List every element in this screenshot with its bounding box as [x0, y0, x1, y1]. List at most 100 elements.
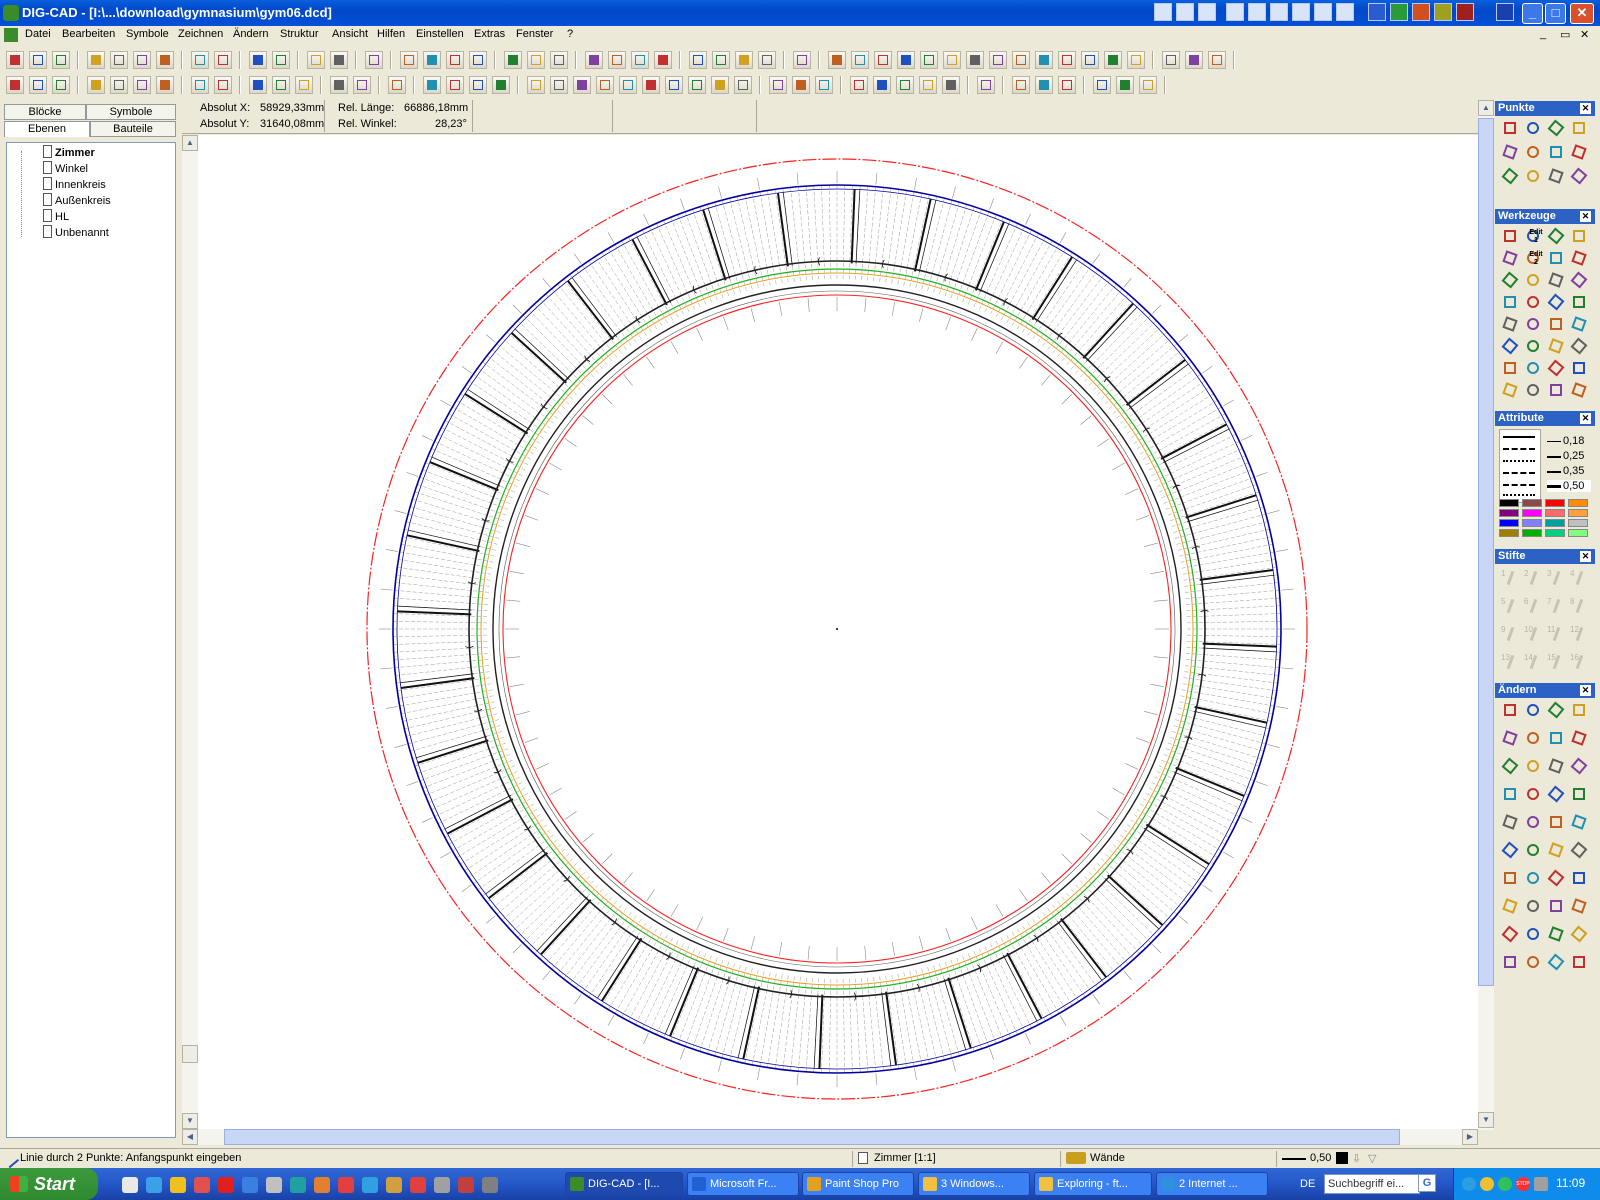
- toolbar-button[interactable]: [919, 76, 937, 94]
- toolbar-button[interactable]: [330, 51, 348, 69]
- tool-button[interactable]: [1547, 757, 1565, 775]
- tool-button[interactable]: [1570, 729, 1588, 747]
- tool-button[interactable]: [1570, 785, 1588, 803]
- search-icon[interactable]: G: [1418, 1174, 1436, 1192]
- scroll-up-button[interactable]: ▲: [182, 135, 198, 151]
- taskbar-button[interactable]: Paint Shop Pro: [802, 1172, 914, 1196]
- tool-button[interactable]: [1570, 143, 1588, 161]
- tool-button[interactable]: [1547, 925, 1565, 943]
- quick-launch-icon[interactable]: [194, 1177, 210, 1193]
- toolbar-button[interactable]: [156, 51, 174, 69]
- tool-button[interactable]: [1501, 249, 1519, 267]
- maximize-button[interactable]: □: [1545, 3, 1566, 24]
- tool-button[interactable]: [1501, 119, 1519, 137]
- quick-launch-icon[interactable]: [146, 1177, 162, 1193]
- tool-button[interactable]: [1501, 359, 1519, 377]
- tool-button[interactable]: [1547, 785, 1565, 803]
- tool-button[interactable]: [1501, 315, 1519, 333]
- pen-button[interactable]: 9: [1501, 625, 1519, 643]
- color-swatch[interactable]: [1568, 499, 1588, 507]
- app-tray-icon[interactable]: [1248, 3, 1266, 21]
- drawing-canvas[interactable]: [196, 135, 1478, 1129]
- tool-button[interactable]: [1570, 841, 1588, 859]
- color-swatch[interactable]: [1545, 509, 1565, 517]
- tool-button[interactable]: [1524, 841, 1542, 859]
- toolbar-button[interactable]: [943, 51, 961, 69]
- search-input[interactable]: Suchbegriff ei...: [1324, 1174, 1420, 1194]
- toolbar-button[interactable]: [665, 76, 683, 94]
- toolbar-button[interactable]: [87, 51, 105, 69]
- app-tray-icon[interactable]: [1496, 3, 1514, 21]
- scroll-right-button[interactable]: ▶: [1462, 1129, 1478, 1145]
- toolbar-button[interactable]: [793, 51, 811, 69]
- toolbar-button[interactable]: [492, 76, 510, 94]
- tool-button[interactable]: [1501, 381, 1519, 399]
- toolbar-button[interactable]: [446, 76, 464, 94]
- tray-icon[interactable]: [1498, 1177, 1512, 1191]
- tool-button[interactable]: [1547, 315, 1565, 333]
- app-tray-icon[interactable]: [1176, 3, 1194, 21]
- tool-button[interactable]: [1547, 119, 1565, 137]
- toolbar-button[interactable]: [330, 76, 348, 94]
- tool-button[interactable]: [1547, 271, 1565, 289]
- line-width-025[interactable]: 0,25: [1547, 450, 1591, 462]
- toolbar-button[interactable]: [828, 51, 846, 69]
- tool-button[interactable]: [1570, 227, 1588, 245]
- tool-button[interactable]: [1524, 897, 1542, 915]
- toolbar-button[interactable]: [272, 76, 290, 94]
- tool-button[interactable]: [1547, 143, 1565, 161]
- toolbar-button[interactable]: [769, 76, 787, 94]
- status-line-width[interactable]: 0,50: [1310, 1152, 1331, 1164]
- toolbar-button[interactable]: [642, 76, 660, 94]
- tool-button[interactable]: [1501, 813, 1519, 831]
- tool-button[interactable]: [1547, 897, 1565, 915]
- scroll-down-button[interactable]: ▼: [1478, 1112, 1494, 1128]
- tool-button[interactable]: [1570, 925, 1588, 943]
- tray-icon[interactable]: [1480, 1177, 1494, 1191]
- tool-button[interactable]: [1570, 315, 1588, 333]
- toolbar-button[interactable]: [631, 51, 649, 69]
- taskbar-button[interactable]: Exploring - ft...: [1034, 1172, 1152, 1196]
- tool-button[interactable]: [1501, 337, 1519, 355]
- line-style-solid[interactable]: [1503, 436, 1535, 438]
- toolbar-button[interactable]: [1116, 76, 1134, 94]
- tool-button[interactable]: [1570, 813, 1588, 831]
- toolbar-button[interactable]: [1093, 76, 1111, 94]
- tool-button[interactable]: [1570, 869, 1588, 887]
- toolbar-button[interactable]: [214, 76, 232, 94]
- menu-zeichnen[interactable]: Zeichnen: [178, 28, 223, 40]
- tool-button[interactable]: [1501, 953, 1519, 971]
- tool-button[interactable]: [1501, 271, 1519, 289]
- tool-button[interactable]: [1524, 925, 1542, 943]
- tool-button[interactable]: [1547, 337, 1565, 355]
- close-icon[interactable]: ✕: [1580, 685, 1591, 696]
- minimize-button[interactable]: _: [1522, 3, 1543, 24]
- tool-button[interactable]: [1524, 271, 1542, 289]
- line-style-dashdotdot[interactable]: [1503, 484, 1535, 486]
- toolbar-button[interactable]: [446, 51, 464, 69]
- tool-button[interactable]: [1501, 729, 1519, 747]
- toolbar-button[interactable]: [851, 51, 869, 69]
- horizontal-scrollbar[interactable]: ◀ ▶: [182, 1129, 1478, 1145]
- toolbar-button[interactable]: [1058, 76, 1076, 94]
- stop-icon[interactable]: STOP: [1516, 1177, 1530, 1191]
- toolbar-button[interactable]: [874, 51, 892, 69]
- tool-button[interactable]: [1570, 701, 1588, 719]
- tool-button[interactable]: [1524, 143, 1542, 161]
- tool-button[interactable]: [1501, 785, 1519, 803]
- right-scrollbar[interactable]: ▲ ▼: [1478, 100, 1494, 1130]
- tool-button[interactable]: [1524, 315, 1542, 333]
- tool-button[interactable]: [1501, 925, 1519, 943]
- tool-button[interactable]: [1547, 841, 1565, 859]
- pen-button[interactable]: 2: [1524, 569, 1542, 587]
- line-style-list[interactable]: [1499, 429, 1541, 503]
- close-icon[interactable]: ✕: [1580, 211, 1591, 222]
- quick-launch-icon[interactable]: [410, 1177, 426, 1193]
- mdi-close-button[interactable]: ✕: [1580, 28, 1589, 41]
- tool-button[interactable]: [1524, 757, 1542, 775]
- quick-launch-icon[interactable]: [314, 1177, 330, 1193]
- toolbar-button[interactable]: [353, 76, 371, 94]
- quick-launch-icon[interactable]: [386, 1177, 402, 1193]
- tool-button[interactable]: [1547, 869, 1565, 887]
- line-width-050[interactable]: 0,50: [1547, 480, 1591, 492]
